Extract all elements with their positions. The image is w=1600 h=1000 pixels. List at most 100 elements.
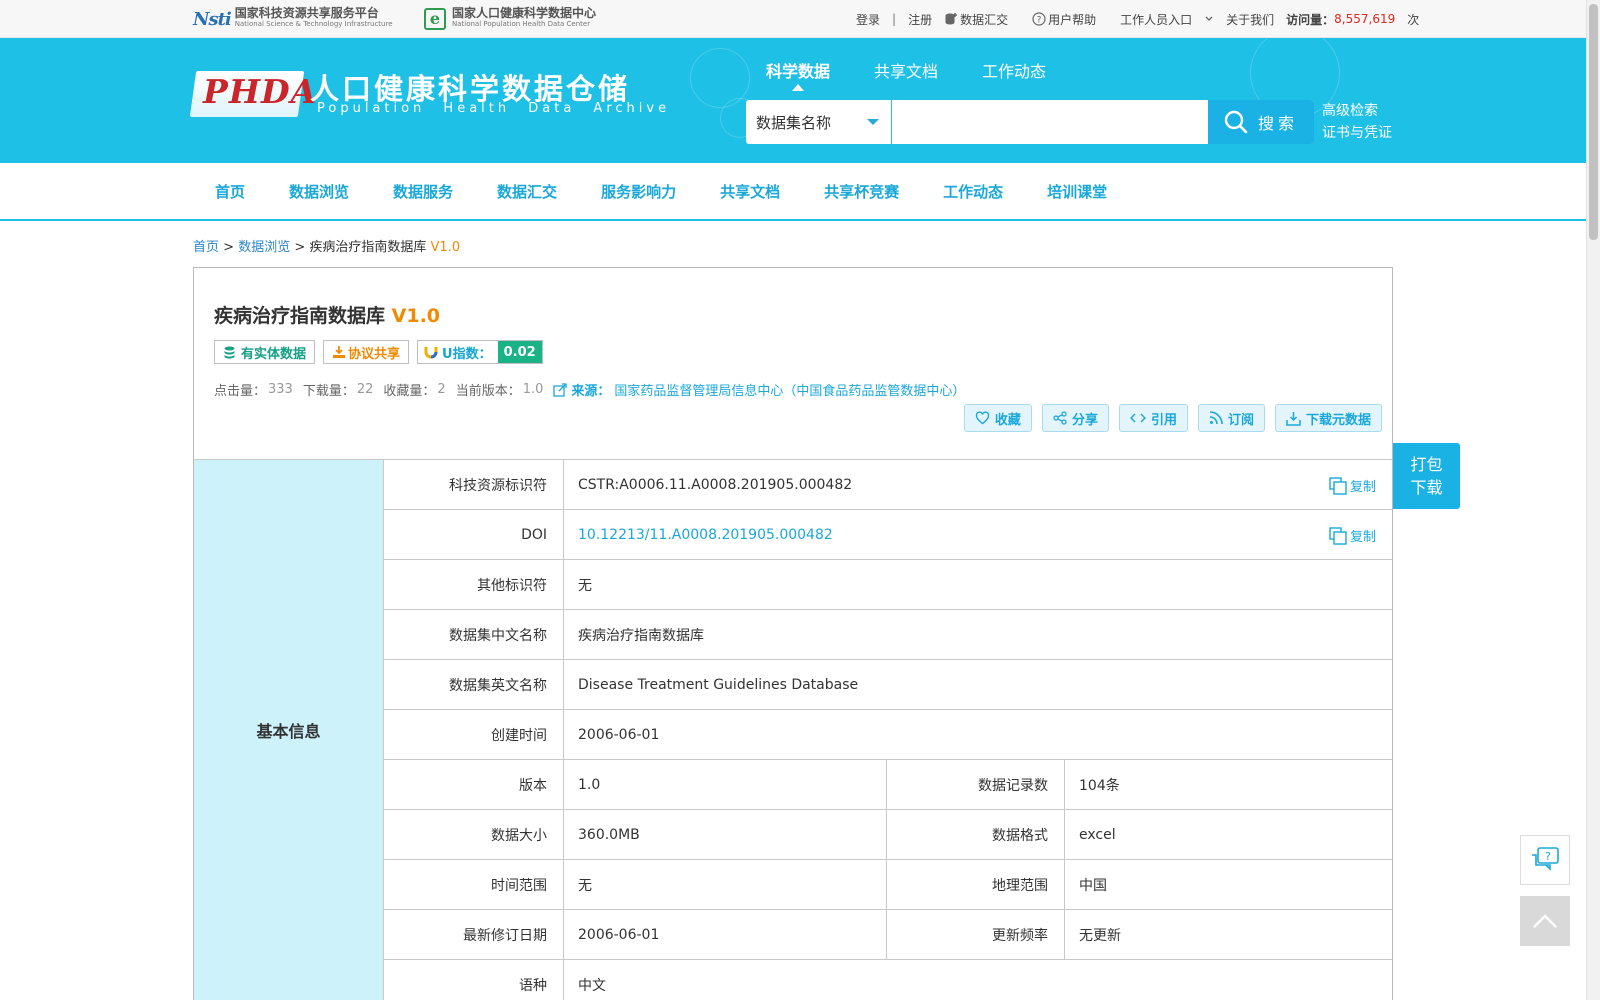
staff-entry-dropdown[interactable]: 工作人员入口 — [1120, 11, 1214, 28]
cite-button[interactable]: 引用 — [1118, 404, 1188, 432]
basic-info-heading: 基本信息 — [194, 460, 384, 1000]
download-metadata-button[interactable]: 下载元数据 — [1274, 404, 1382, 432]
rss-icon — [1209, 411, 1223, 425]
update-frequency-value: 无更新 — [1079, 927, 1121, 944]
language-value: 中文 — [578, 977, 606, 994]
has-data-badge: 有实体数据 — [214, 340, 316, 364]
npc-logo[interactable]: e 国家人口健康科学数据中心 National Population Healt… — [424, 7, 596, 31]
cn-name-value: 疾病治疗指南数据库 — [578, 627, 704, 644]
visits-unit: 次 — [1407, 12, 1420, 27]
table-row: DOI 10.12213/11.A0008.201905.000482 复制 — [384, 510, 1392, 560]
breadcrumb-browse[interactable]: 数据浏览 — [238, 240, 290, 255]
pack-download-button[interactable]: 打包 下载 — [1393, 443, 1460, 509]
subscribe-button[interactable]: 订阅 — [1197, 404, 1265, 432]
about-link[interactable]: 关于我们 — [1226, 11, 1274, 28]
code-icon — [1129, 413, 1146, 423]
favorite-button[interactable]: 收藏 — [963, 404, 1032, 432]
tab-work-news[interactable]: 工作动态 — [982, 58, 1046, 82]
cstr-value: CSTR:A0006.11.A0008.201905.000482 — [578, 476, 853, 493]
copy-icon — [1329, 526, 1347, 545]
nsti-name-cn: 国家科技资源共享服务平台 — [234, 6, 379, 20]
copy-label: 复制 — [1349, 530, 1376, 545]
nsti-mark-icon: Nsti — [193, 8, 232, 30]
favorite-label: 收藏 — [994, 412, 1021, 428]
row-label: 时间范围 — [384, 860, 564, 909]
table-row: 最新修订日期 2006-06-01 更新频率 无更新 — [384, 910, 1392, 960]
visits-label: 访问量： — [1286, 12, 1335, 27]
staff-entry-label: 工作人员入口 — [1120, 12, 1193, 27]
heart-icon — [975, 411, 990, 425]
nav-service-impact[interactable]: 服务影响力 — [579, 181, 698, 202]
doi-link[interactable]: 10.12213/11.A0008.201905.000482 — [578, 527, 833, 543]
u-index-label: U指数： — [442, 346, 492, 362]
search-icon — [1224, 110, 1248, 134]
nav-data-browse[interactable]: 数据浏览 — [267, 181, 371, 202]
nsti-name-en: National Science & Technology Infrastruc… — [234, 20, 393, 28]
login-link[interactable]: 登录 — [856, 11, 880, 28]
phda-logo[interactable]: PHDA — [203, 72, 317, 111]
table-row: 科技资源标识符 CSTR:A0006.11.A0008.201905.00048… — [384, 460, 1392, 510]
search-button[interactable]: 搜索 — [1208, 100, 1314, 144]
data-submit-link[interactable]: 数据汇交 — [944, 11, 1020, 28]
copy-icon — [1329, 476, 1347, 495]
nav-home[interactable]: 首页 — [193, 181, 267, 202]
search-input[interactable] — [892, 100, 1208, 144]
visits-count: 8,557,619 — [1334, 12, 1396, 26]
breadcrumb-home[interactable]: 首页 — [193, 240, 219, 255]
nav-shared-docs[interactable]: 共享文档 — [698, 181, 802, 202]
scrollbar-thumb[interactable] — [1589, 4, 1598, 240]
share-icon — [1053, 411, 1067, 425]
row-label: 数据集中文名称 — [384, 610, 564, 659]
current-version-label: 当前版本： — [455, 384, 521, 399]
u-index-badge: U指数： 0.02 — [417, 340, 543, 364]
help-link[interactable]: ? 用户帮助 — [1032, 11, 1108, 28]
download-box-icon — [1286, 411, 1301, 426]
chevron-down-icon — [1205, 16, 1213, 21]
npc-name-en: National Population Health Data Center — [452, 20, 591, 28]
tab-scientific-data[interactable]: 科学数据 — [766, 58, 830, 91]
nsti-logo[interactable]: Nsti 国家科技资源共享服务平台 National Science & Tec… — [193, 7, 393, 31]
search-field-value: 数据集名称 — [756, 113, 832, 132]
advanced-search-link[interactable]: 高级检索 — [1322, 100, 1392, 122]
downloads-count: 22 — [356, 382, 374, 397]
nav-work-news[interactable]: 工作动态 — [921, 181, 1025, 202]
back-to-top-button[interactable] — [1520, 896, 1570, 946]
feedback-button[interactable]: ? — [1520, 835, 1570, 885]
row-label: 数据记录数 — [887, 760, 1065, 809]
row-label: 数据大小 — [384, 810, 564, 859]
favorites-label: 收藏量： — [383, 384, 436, 399]
pack-download-line2: 下载 — [1410, 478, 1443, 497]
source-label: 来源： — [571, 384, 611, 399]
current-version-value: 1.0 — [522, 382, 544, 397]
share-button[interactable]: 分享 — [1041, 404, 1109, 432]
nav-data-submit[interactable]: 数据汇交 — [475, 181, 579, 202]
dataset-badges: 有实体数据 协议共享 U指数： 0.02 — [214, 340, 551, 364]
time-range-value: 无 — [564, 860, 887, 909]
source-link[interactable]: 国家药品监督管理局信息中心（中国食品药品监管数据中心） — [614, 380, 965, 399]
copy-doi-button[interactable]: 复制 — [1329, 526, 1376, 545]
header-side-links: 高级检索 证书与凭证 — [1322, 100, 1392, 144]
tab-shared-docs[interactable]: 共享文档 — [874, 58, 938, 82]
register-link[interactable]: 注册 — [908, 11, 932, 28]
nav-sharing-cup[interactable]: 共享杯竞赛 — [802, 181, 921, 202]
dataset-name: 疾病治疗指南数据库 — [214, 305, 386, 327]
certificate-link[interactable]: 证书与凭证 — [1322, 122, 1392, 144]
pack-download-line1: 打包 — [1410, 455, 1443, 474]
table-row: 其他标识符 无 — [384, 560, 1392, 610]
cite-label: 引用 — [1150, 412, 1177, 428]
page-scrollbar[interactable] — [1586, 0, 1600, 1000]
nav-training[interactable]: 培训课堂 — [1025, 181, 1129, 202]
row-label: 更新频率 — [887, 910, 1065, 959]
dataset-version: V1.0 — [391, 305, 441, 327]
format-value: excel — [1079, 826, 1116, 843]
subscribe-label: 订阅 — [1227, 412, 1254, 428]
revised-value: 2006-06-01 — [564, 910, 887, 959]
nav-data-service[interactable]: 数据服务 — [371, 181, 475, 202]
row-label: 最新修订日期 — [384, 910, 564, 959]
visit-counter: 访问量： 8,557,619 次 — [1286, 11, 1431, 28]
u-index-icon — [424, 347, 438, 359]
table-row: 数据大小 360.0MB 数据格式 excel — [384, 810, 1392, 860]
search-field-select[interactable]: 数据集名称 — [746, 100, 892, 144]
copy-cstr-button[interactable]: 复制 — [1329, 476, 1376, 495]
breadcrumb-current: 疾病治疗指南数据库 — [309, 240, 427, 255]
